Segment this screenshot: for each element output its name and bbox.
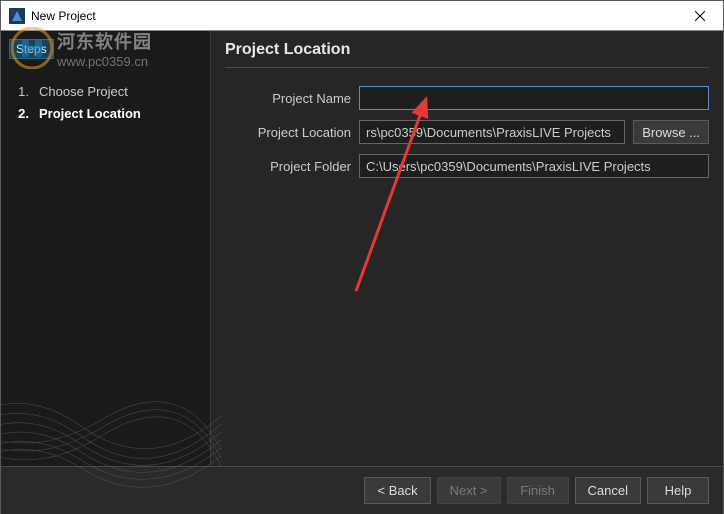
project-name-input[interactable] (359, 86, 709, 110)
step-label: Project Location (39, 103, 141, 125)
page-title: Project Location (225, 41, 709, 68)
project-location-input[interactable] (359, 120, 625, 144)
close-icon (695, 11, 705, 21)
row-project-folder: Project Folder (225, 154, 709, 178)
back-button[interactable]: < Back (364, 477, 430, 504)
step-number: 2. (15, 103, 29, 125)
row-project-location: Project Location Browse ... (225, 120, 709, 144)
close-button[interactable] (677, 1, 723, 31)
finish-button[interactable]: Finish (507, 477, 569, 504)
app-icon (9, 8, 25, 24)
step-list: 1. Choose Project 2. Project Location (11, 81, 200, 125)
steps-sidebar: Steps 1. Choose Project 2. Project Locat… (1, 31, 211, 466)
help-button[interactable]: Help (647, 477, 709, 504)
wizard-content: Steps 1. Choose Project 2. Project Locat… (1, 31, 723, 466)
main-panel: Project Location Project Name Project Lo… (211, 31, 723, 466)
browse-button[interactable]: Browse ... (633, 120, 709, 144)
project-folder-input[interactable] (359, 154, 709, 178)
step-number: 1. (15, 81, 29, 103)
step-item-project-location: 2. Project Location (15, 103, 200, 125)
label-project-name: Project Name (225, 91, 351, 106)
cancel-button[interactable]: Cancel (575, 477, 641, 504)
label-project-folder: Project Folder (225, 159, 351, 174)
window-title: New Project (31, 9, 677, 23)
label-project-location: Project Location (225, 125, 351, 140)
step-label: Choose Project (39, 81, 128, 103)
step-item-choose-project: 1. Choose Project (15, 81, 200, 103)
wizard-footer: < Back Next > Finish Cancel Help (1, 466, 723, 514)
titlebar: New Project (1, 1, 723, 31)
row-project-name: Project Name (225, 86, 709, 110)
next-button[interactable]: Next > (437, 477, 501, 504)
steps-heading: Steps (9, 39, 54, 59)
